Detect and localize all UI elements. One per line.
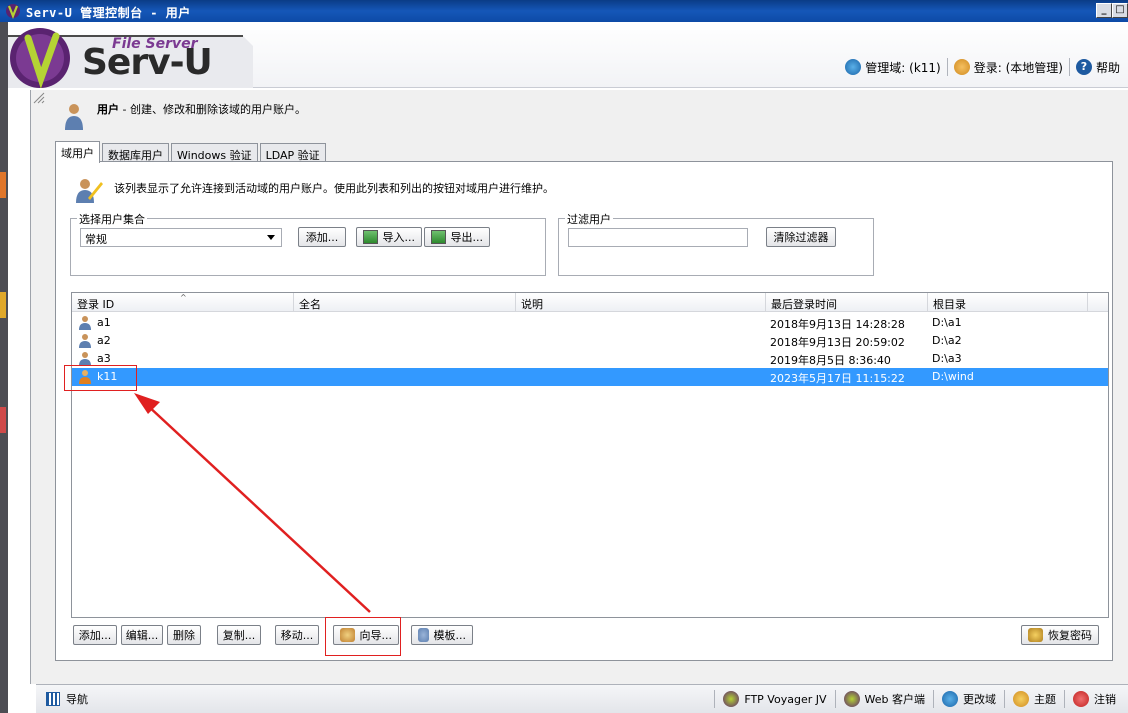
tab-domain-users[interactable]: 域用户 [55,141,100,163]
nav-toggle[interactable]: 导航 [46,691,88,707]
serv-u-app-icon [6,4,20,19]
desktop-edge [0,22,8,713]
col-description[interactable]: 说明 [516,293,766,312]
theme-link[interactable]: 主题 [1004,690,1064,708]
serv-u-logo: File Server Serv-U [8,22,258,89]
col-root-dir[interactable]: 根目录 [928,293,1088,312]
users-table: 登录 ID ^ 全名 说明 最后登录时间 根目录 a1 2018年9月13日 1… [71,292,1109,618]
ftp-voyager-link[interactable]: FTP Voyager JV [714,690,834,708]
filter-label: 过滤用户 [565,211,613,227]
help-link[interactable]: ? 帮助 [1074,59,1122,76]
export-button[interactable]: 导出... [424,227,490,247]
cell-root-dir: D:\a1 [932,316,962,329]
login-link[interactable]: 登录: (本地管理) [952,59,1065,76]
add-user-button[interactable]: 添加... [73,625,117,645]
nav-label: 导航 [66,693,88,706]
window-titlebar: Serv-U 管理控制台 - 用户 _ □ [0,0,1128,22]
template-button[interactable]: 模板... [411,625,473,645]
user-type-tabs: 域用户 数据库用户 Windows 验证 LDAP 验证 [55,141,328,163]
user-set-value: 常规 [85,233,107,246]
users-page-icon [65,104,83,130]
status-links: FTP Voyager JV Web 客户端 更改域 主题 注销 [714,690,1124,708]
tab-ldap-auth[interactable]: LDAP 验证 [259,143,326,163]
cell-login-id: a3 [97,352,111,365]
col-last-login[interactable]: 最后登录时间 [766,293,928,312]
table-row[interactable]: a1 2018年9月13日 14:28:28 D:\a1 [72,314,1108,332]
login-label: 登录: (本地管理) [973,60,1063,75]
main-panel: 用户 - 创建、修改和删除该域的用户账户。 域用户 数据库用户 Windows … [30,90,1128,684]
table-row[interactable]: a3 2019年8月5日 8:36:40 D:\a3 [72,350,1108,368]
user-icon [79,316,91,330]
template-icon [418,628,429,642]
cell-last-login: 2023年5月17日 11:15:22 [770,372,905,385]
cell-last-login: 2018年9月13日 20:59:02 [770,336,905,349]
status-bar: 导航 FTP Voyager JV Web 客户端 更改域 主题 注销 [36,684,1128,713]
page-title: 用户 - 创建、修改和删除该域的用户账户。 [97,103,306,116]
maximize-button[interactable]: □ [1112,3,1128,18]
nav-icon [46,692,60,706]
table-row[interactable]: a2 2018年9月13日 20:59:02 D:\a2 [72,332,1108,350]
minimize-button[interactable]: _ [1096,3,1112,18]
table-row-selected[interactable]: k11 2023年5月17日 11:15:22 D:\wind [72,368,1108,386]
app-header: File Server Serv-U 管理域: (k11) 登录: (本地管理)… [8,22,1128,89]
callout-box-k11 [64,365,137,391]
add-collection-button[interactable]: 添加... [298,227,346,247]
cell-login-id: a2 [97,334,111,347]
panel-description: 该列表显示了允许连接到活动域的用户账户。使用此列表和列出的按钮对域用户进行维护。 [114,182,554,195]
cell-last-login: 2018年9月13日 14:28:28 [770,318,905,331]
window-title: Serv-U 管理控制台 - 用户 [26,6,191,20]
header-links: 管理域: (k11) 登录: (本地管理) ? 帮助 [843,57,1122,77]
help-label: 帮助 [1095,60,1120,75]
admin-user-icon [953,59,970,75]
power-icon [1073,691,1089,707]
clear-filter-button[interactable]: 清除过滤器 [766,227,836,247]
import-icon [363,230,378,244]
help-icon: ? [1075,59,1092,75]
user-set-label: 选择用户集合 [77,211,147,227]
edit-user-icon [76,179,103,203]
ftp-voyager-icon [723,691,740,707]
filter-input[interactable] [568,228,748,247]
change-domain-icon [942,691,958,707]
logout-link[interactable]: 注销 [1064,690,1124,708]
recover-password-button[interactable]: 恢复密码 [1021,625,1099,645]
tab-database-users[interactable]: 数据库用户 [102,143,169,163]
copy-user-button[interactable]: 复制... [217,625,261,645]
cell-root-dir: D:\wind [932,370,974,383]
move-user-button[interactable]: 移动... [275,625,319,645]
web-client-icon [843,691,860,707]
cell-last-login: 2019年8月5日 8:36:40 [770,354,891,367]
resize-grip-icon [33,92,45,104]
tab-windows-auth[interactable]: Windows 验证 [171,143,258,163]
web-client-link[interactable]: Web 客户端 [834,690,933,708]
callout-box-wizard [325,617,401,656]
col-full-name[interactable]: 全名 [294,293,516,312]
change-domain-link[interactable]: 更改域 [933,690,1004,708]
key-icon [1028,628,1043,642]
users-table-header: 登录 ID ^ 全名 说明 最后登录时间 根目录 [72,293,1108,312]
chevron-down-icon [267,235,275,240]
export-icon [431,230,446,244]
user-set-select[interactable]: 常规 [80,228,282,247]
import-button[interactable]: 导入... [356,227,422,247]
sort-ascending-icon: ^ [180,293,187,302]
user-icon [79,334,91,348]
logo-big-text: Serv-U [82,42,213,83]
cell-root-dir: D:\a2 [932,334,962,347]
domain-icon [845,59,862,75]
edit-user-button[interactable]: 编辑... [121,625,163,645]
cell-root-dir: D:\a3 [932,352,962,365]
manage-domain-label: 管理域: (k11) [865,60,941,75]
cell-login-id: a1 [97,316,111,329]
delete-user-button[interactable]: 删除 [167,625,201,645]
manage-domain-link[interactable]: 管理域: (k11) [843,59,942,76]
theme-icon [1013,691,1029,707]
